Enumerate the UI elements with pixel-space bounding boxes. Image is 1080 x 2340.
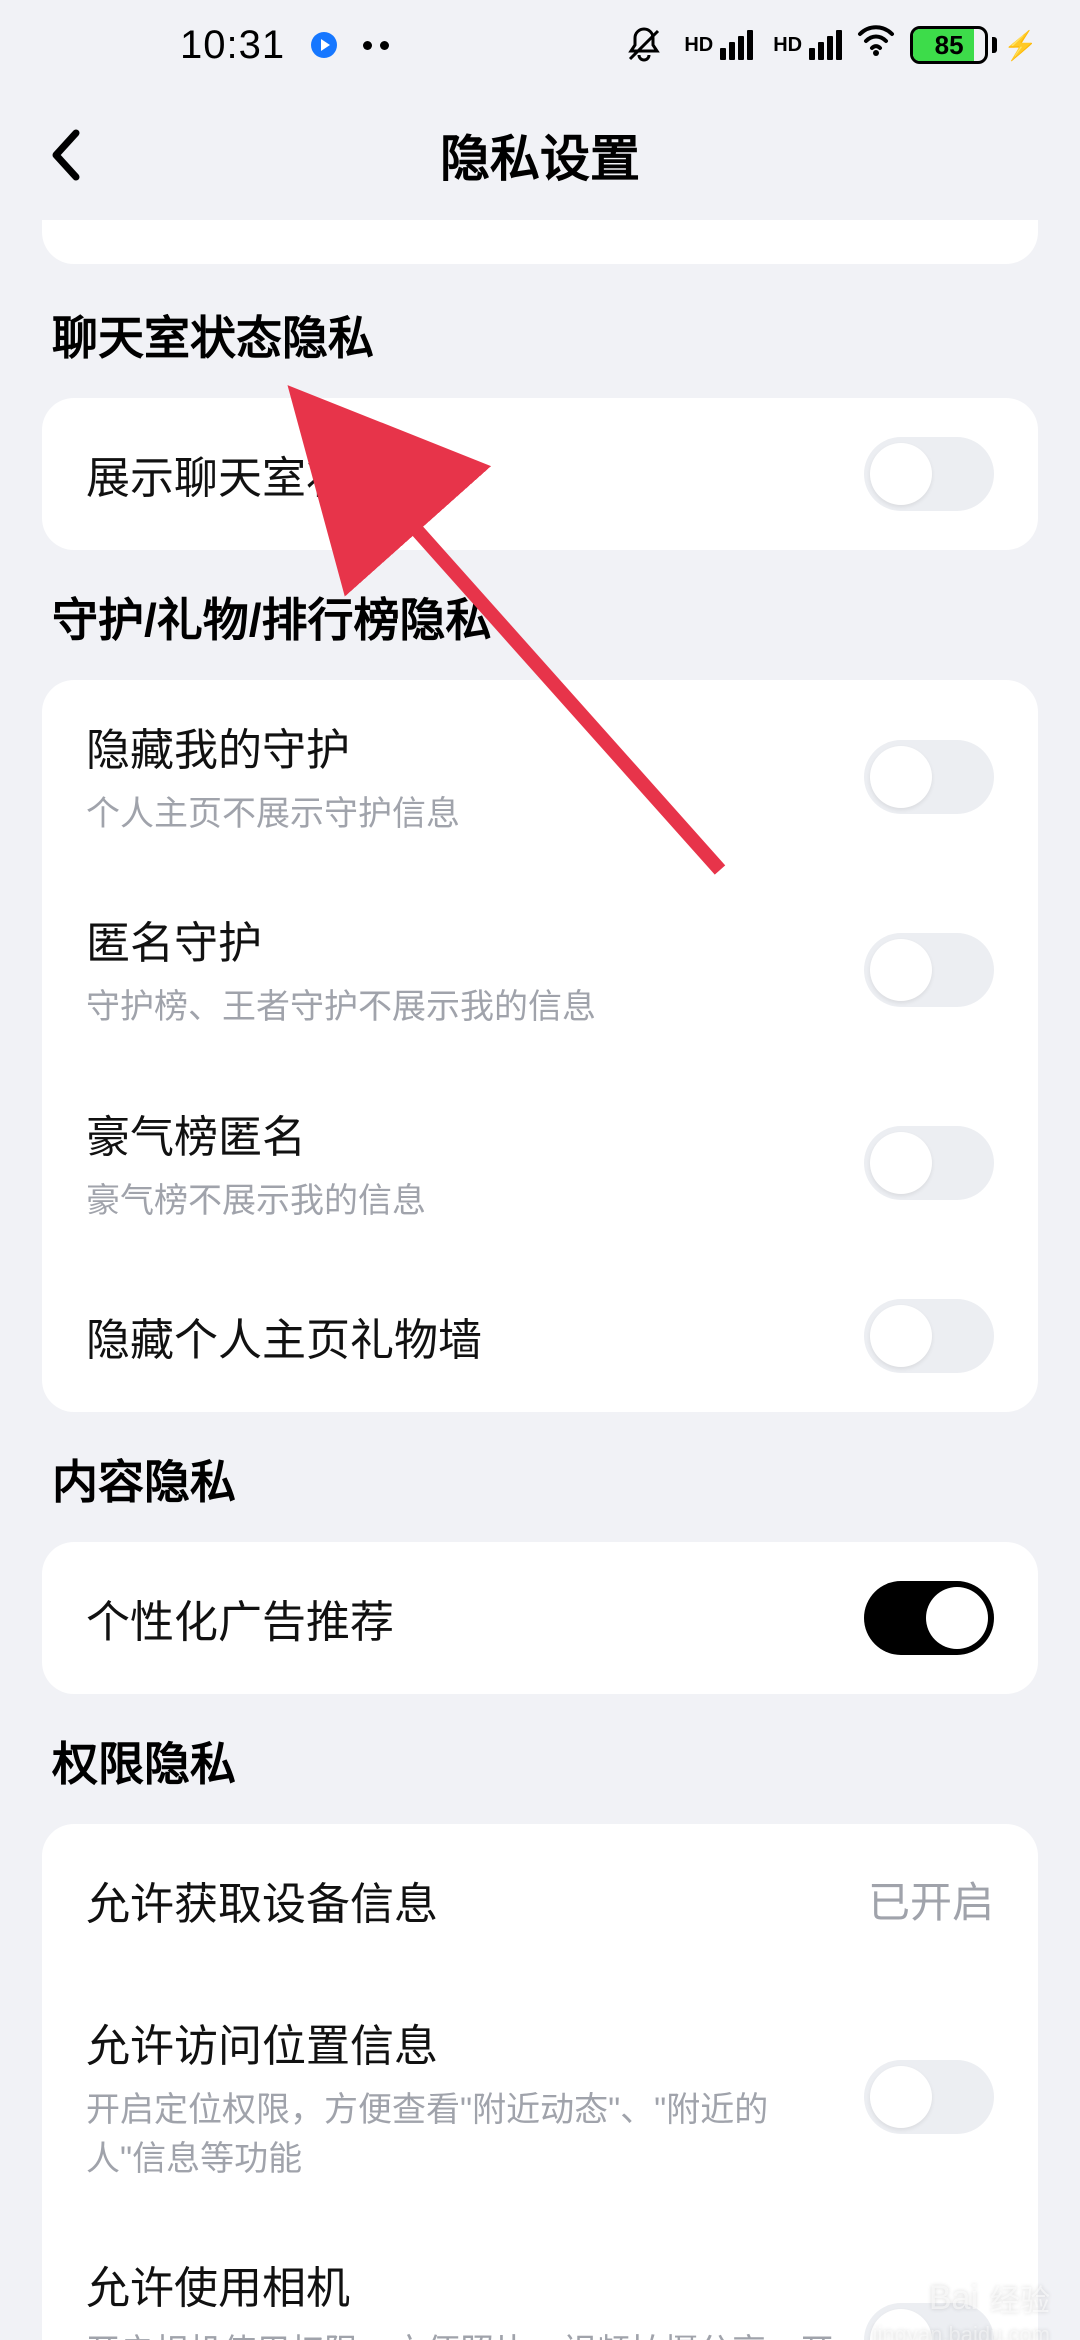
row-location: 允许访问位置信息 开启定位权限，方便查看"附近动态"、"附近的人"信息等功能 xyxy=(86,1976,994,2219)
row-title: 豪气榜匿名 xyxy=(86,1101,840,1165)
row-sub: 守护榜、王者守护不展示我的信息 xyxy=(86,983,840,1032)
row-sub: 开启定位权限，方便查看"附近动态"、"附近的人"信息等功能 xyxy=(86,2086,840,2185)
row-sub: 开启相机使用权限，方便照片、视频拍摄分享、开启直播等功能 xyxy=(86,2328,840,2340)
section-header-chatroom: 聊天室状态隐私 xyxy=(52,302,1028,368)
toggle-show-chatroom-status[interactable] xyxy=(864,437,994,511)
row-value: 已开启 xyxy=(868,1869,994,1930)
row-title: 匿名守护 xyxy=(86,907,840,971)
chevron-left-icon xyxy=(48,129,84,181)
signal-2-icon: HD xyxy=(773,30,842,60)
status-bar: 10:31 HD HD 85 ⚡ xyxy=(0,0,1080,90)
signal-1-icon: HD xyxy=(684,30,753,60)
content-scroll[interactable]: 聊天室状态隐私 展示聊天室状态 守护/礼物/排行榜隐私 隐藏我的守护 个人主页不… xyxy=(0,220,1080,2340)
row-camera: 允许使用相机 开启相机使用权限，方便照片、视频拍摄分享、开启直播等功能 xyxy=(86,2218,994,2340)
previous-card-bottom xyxy=(42,220,1038,264)
app-bar: 隐私设置 xyxy=(0,90,1080,220)
row-hide-gift-wall: 隐藏个人主页礼物墙 xyxy=(86,1260,994,1412)
row-title: 展示聊天室状态 xyxy=(86,442,840,506)
row-device-info[interactable]: 允许获取设备信息 已开启 xyxy=(86,1824,994,1976)
row-title: 允许访问位置信息 xyxy=(86,2010,840,2074)
toggle-hide-gift-wall[interactable] xyxy=(864,1299,994,1373)
toggle-personalized-ads[interactable] xyxy=(864,1581,994,1655)
row-title: 隐藏个人主页礼物墙 xyxy=(86,1304,840,1368)
card-permission: 允许获取设备信息 已开启 允许访问位置信息 开启定位权限，方便查看"附近动态"、… xyxy=(42,1824,1038,2340)
row-title: 个性化广告推荐 xyxy=(86,1586,840,1650)
row-sub: 个人主页不展示守护信息 xyxy=(86,790,840,839)
wifi-icon xyxy=(856,20,896,70)
card-content-privacy: 个性化广告推荐 xyxy=(42,1542,1038,1694)
row-title: 隐藏我的守护 xyxy=(86,714,840,778)
status-left: 10:31 xyxy=(180,23,389,68)
status-clock: 10:31 xyxy=(180,23,285,68)
charging-icon: ⚡ xyxy=(1003,29,1038,62)
toggle-hide-my-guardian[interactable] xyxy=(864,740,994,814)
section-header-guardian: 守护/礼物/排行榜隐私 xyxy=(52,584,1028,650)
card-guardian: 隐藏我的守护 个人主页不展示守护信息 匿名守护 守护榜、王者守护不展示我的信息 … xyxy=(42,680,1038,1412)
row-show-chatroom-status: 展示聊天室状态 xyxy=(86,398,994,550)
back-button[interactable] xyxy=(36,125,96,185)
app-indicator-icon xyxy=(311,32,337,58)
toggle-hero-rank-anon[interactable] xyxy=(864,1126,994,1200)
row-hero-rank-anon: 豪气榜匿名 豪气榜不展示我的信息 xyxy=(86,1067,994,1260)
row-hide-my-guardian: 隐藏我的守护 个人主页不展示守护信息 xyxy=(86,680,994,873)
row-title: 允许获取设备信息 xyxy=(86,1868,844,1932)
mute-icon xyxy=(624,25,664,65)
page-title: 隐私设置 xyxy=(440,119,640,191)
section-header-content-privacy: 内容隐私 xyxy=(52,1446,1028,1512)
toggle-location[interactable] xyxy=(864,2060,994,2134)
more-indicator-icon xyxy=(363,41,389,50)
status-right: HD HD 85 ⚡ xyxy=(624,20,1038,70)
toggle-anonymous-guardian[interactable] xyxy=(864,933,994,1007)
row-sub: 豪气榜不展示我的信息 xyxy=(86,1177,840,1226)
section-header-permission: 权限隐私 xyxy=(52,1728,1028,1794)
toggle-camera[interactable] xyxy=(864,2303,994,2340)
battery-icon: 85 ⚡ xyxy=(910,26,1038,64)
row-anonymous-guardian: 匿名守护 守护榜、王者守护不展示我的信息 xyxy=(86,873,994,1066)
card-chatroom: 展示聊天室状态 xyxy=(42,398,1038,550)
row-personalized-ads: 个性化广告推荐 xyxy=(86,1542,994,1694)
row-title: 允许使用相机 xyxy=(86,2252,840,2316)
